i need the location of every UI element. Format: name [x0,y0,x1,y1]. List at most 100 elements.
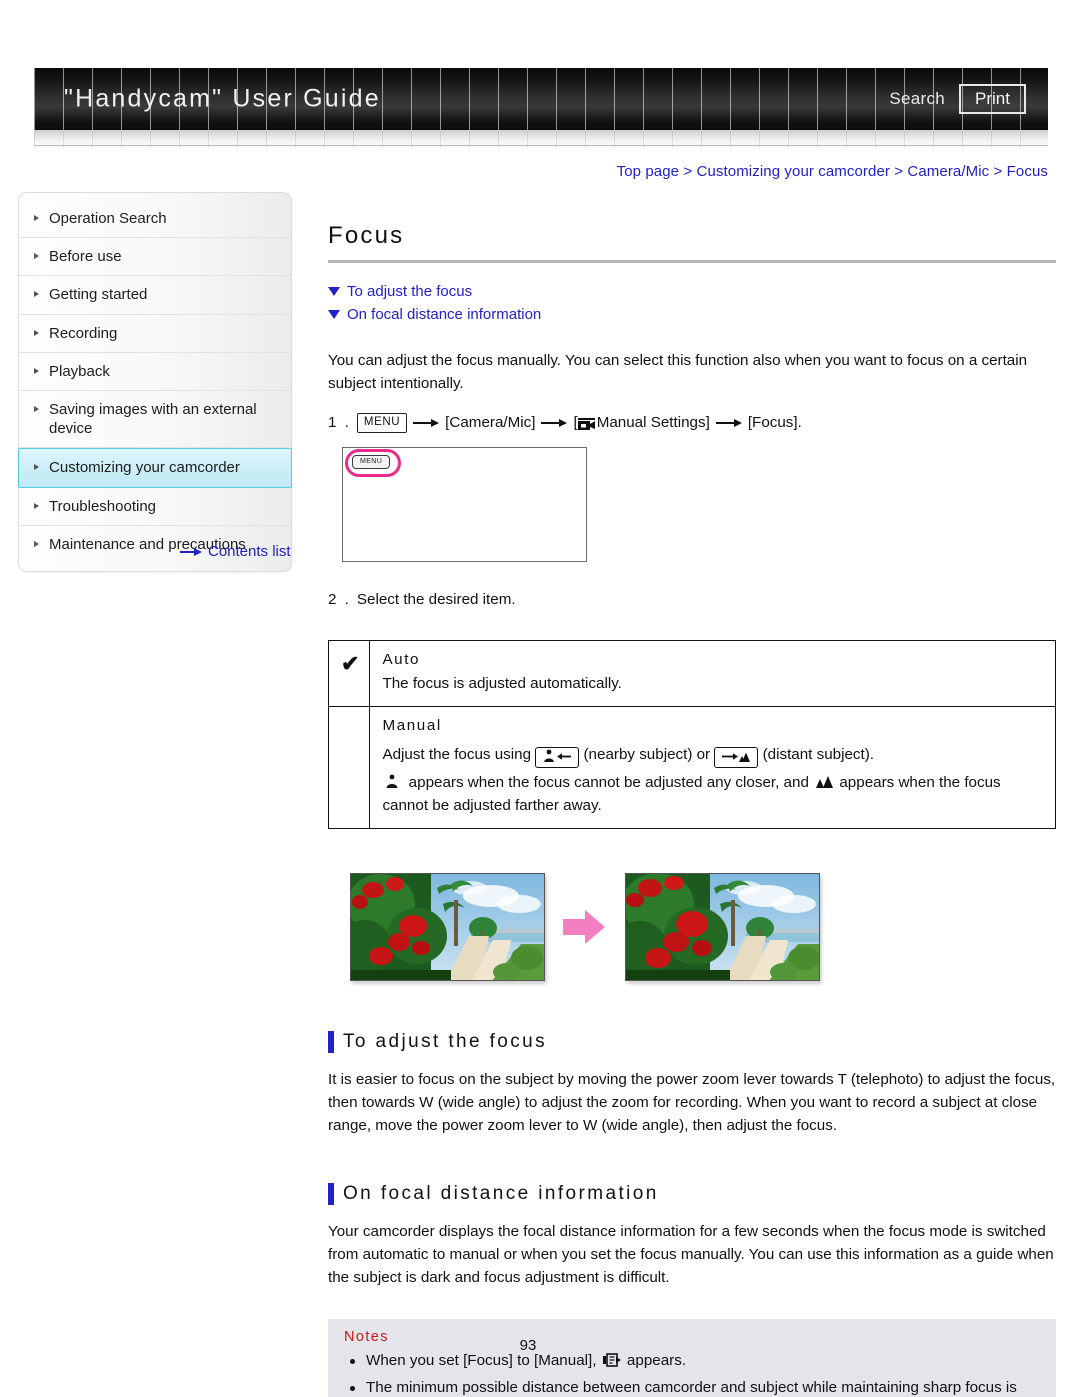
auto-option-cell: Auto The focus is adjusted automatically… [369,639,1056,708]
manual-focus-icon [602,1352,621,1368]
manual-text-d: appears when the focus cannot be adjuste… [408,773,809,791]
page-title: Focus [328,222,405,249]
search-button[interactable]: Search [889,89,945,109]
section-heading-on-focal-distance-information: On focal distance information [328,1183,1056,1206]
step-1-focus: [Focus]. [747,414,802,432]
option-name: Manual [382,717,442,735]
table-row[interactable]: ✔ Auto The focus is adjusted automatical… [327,639,1056,708]
section-accent-bar [328,1183,334,1206]
manual-line-2: appears when the focus cannot be adjuste… [382,772,1045,818]
sidebar-item-label: Before use [49,248,122,266]
distant-subject-icon [815,774,834,788]
section-body-to-adjust-the-focus: It is easier to focus on the subject by … [328,1070,1056,1134]
step-1: 1 . MENU [Camera/Mic] [ Manual Settings] [328,413,1056,433]
sidebar-item-label: Recording [49,324,118,342]
sidebar-item-troubleshooting[interactable]: Troubleshooting [19,488,291,526]
document-page: "Handycam" User Guide Search Print Top p… [0,0,1080,1397]
contents-list-link[interactable]: Contents list [180,543,291,560]
sidebar-item-before-use[interactable]: Before use [19,238,291,277]
far-focus-icon [714,746,759,768]
bullet-triangle-icon [34,405,39,412]
section-title: To adjust the focus [343,1030,548,1052]
step-1-number: 1 . [328,414,351,432]
camcorder-icon [577,417,595,430]
sidebar-navigation: Operation Search Before use Getting star… [18,192,292,572]
section-heading-to-adjust-the-focus: To adjust the focus [328,1030,1056,1053]
table-row[interactable]: Manual Adjust the focus using (nearby su… [327,706,1056,829]
note-text-b: appears. [626,1352,687,1370]
header-actions: Search Print [889,84,1026,114]
step-2-number: 2 . [328,590,351,608]
manual-line-1: Adjust the focus using (nearby subject) … [382,744,1045,768]
option-description: The focus is adjusted automatically. [382,675,622,693]
contents-list-label: Contents list [208,543,291,560]
section-accent-bar [328,1030,334,1053]
sidebar-item-label: Customizing your camcorder [49,459,240,477]
sidebar-item-label: Getting started [49,286,148,304]
sidebar-item-customizing-your-camcorder[interactable]: Customizing your camcorder [18,448,292,488]
page-number: 93 [0,1337,1080,1354]
manual-text-b: (nearby subject) or [583,745,711,763]
jump-link-to-adjust-the-focus[interactable]: To adjust the focus [328,283,1056,300]
checkmark-icon: ✔ [341,650,360,676]
focus-options-table: ✔ Auto The focus is adjusted automatical… [327,639,1056,829]
triangle-down-icon [328,287,340,296]
bullet-triangle-icon [34,464,39,471]
manual-option-cell: Manual Adjust the focus using (nearby su… [369,706,1056,829]
lcd-screen: MENU [342,446,587,562]
banner-underline [34,145,1048,146]
bullet-triangle-icon [34,253,39,260]
arrow-right-icon [715,418,742,428]
triangle-down-icon [328,310,340,319]
step-2-text: Select the desired item. [356,590,516,608]
notes-box: Notes When you set [Focus] to [Manual], … [328,1319,1056,1397]
lcd-screenshot: MENU [342,446,594,569]
site-title: "Handycam" User Guide [64,84,381,113]
arrow-right-icon [541,418,568,428]
page-number-value: 93 [519,1337,537,1354]
near-subject-icon [384,774,402,788]
transition-arrow-icon [563,909,607,944]
bullet-triangle-icon [34,540,39,547]
default-check-cell [327,706,371,829]
note-text-a: The minimum possible distance between ca… [366,1379,1017,1397]
sidebar-item-operation-search[interactable]: Operation Search [19,200,291,239]
section-title: On focal distance information [343,1183,659,1205]
step-2: 2 . Select the desired item. [328,591,1056,608]
site-header-banner: "Handycam" User Guide Search Print [34,68,1048,130]
breadcrumb[interactable]: Top page > Customizing your camcorder > … [617,163,1048,180]
bullet-triangle-icon [34,215,39,221]
sidebar-item-recording[interactable]: Recording [19,315,291,353]
sidebar-item-playback[interactable]: Playback [19,353,291,391]
near-focus-icon [535,746,580,768]
manual-text-c: (distant subject). [762,745,875,763]
photo-before-focus [350,872,545,981]
menu-button-chip[interactable]: MENU [356,413,408,433]
sidebar-item-label: Saving images with an external device [49,400,257,438]
note-text-a: When you set [Focus] to [Manual], [366,1352,597,1370]
highlight-ellipse-icon [345,448,401,477]
arrow-right-icon [413,418,440,428]
step-1-camera-mic: [Camera/Mic] [445,414,536,432]
sidebar-item-label: Troubleshooting [49,497,157,515]
sidebar-item-saving-images[interactable]: Saving images with an external device [19,391,291,449]
bullet-triangle-icon [34,367,39,374]
title-divider [328,260,1056,263]
arrow-right-icon [180,547,202,556]
sidebar-item-getting-started[interactable]: Getting started [19,276,291,315]
main-content: Focus To adjust the focus On focal dista… [327,222,1056,1397]
jump-link-label: On focal distance information [347,306,542,323]
default-check-cell: ✔ [327,639,371,708]
jump-link-label: To adjust the focus [347,283,473,300]
jump-link-on-focal-distance-information[interactable]: On focal distance information [328,306,1056,323]
section-body-on-focal-distance-information: Your camcorder displays the focal distan… [328,1223,1054,1287]
print-button[interactable]: Print [959,84,1026,114]
step-1-manual-settings: [ Manual Settings] [573,414,709,431]
intro-paragraph: You can adjust the focus manually. You c… [328,352,1028,393]
focus-example-images [328,872,1056,981]
manual-settings-label: Manual Settings] [596,414,710,432]
bullet-triangle-icon [34,329,39,336]
bullet-triangle-icon [34,291,39,298]
photo-after-focus [625,872,820,981]
sidebar-item-label: Operation Search [49,210,167,227]
